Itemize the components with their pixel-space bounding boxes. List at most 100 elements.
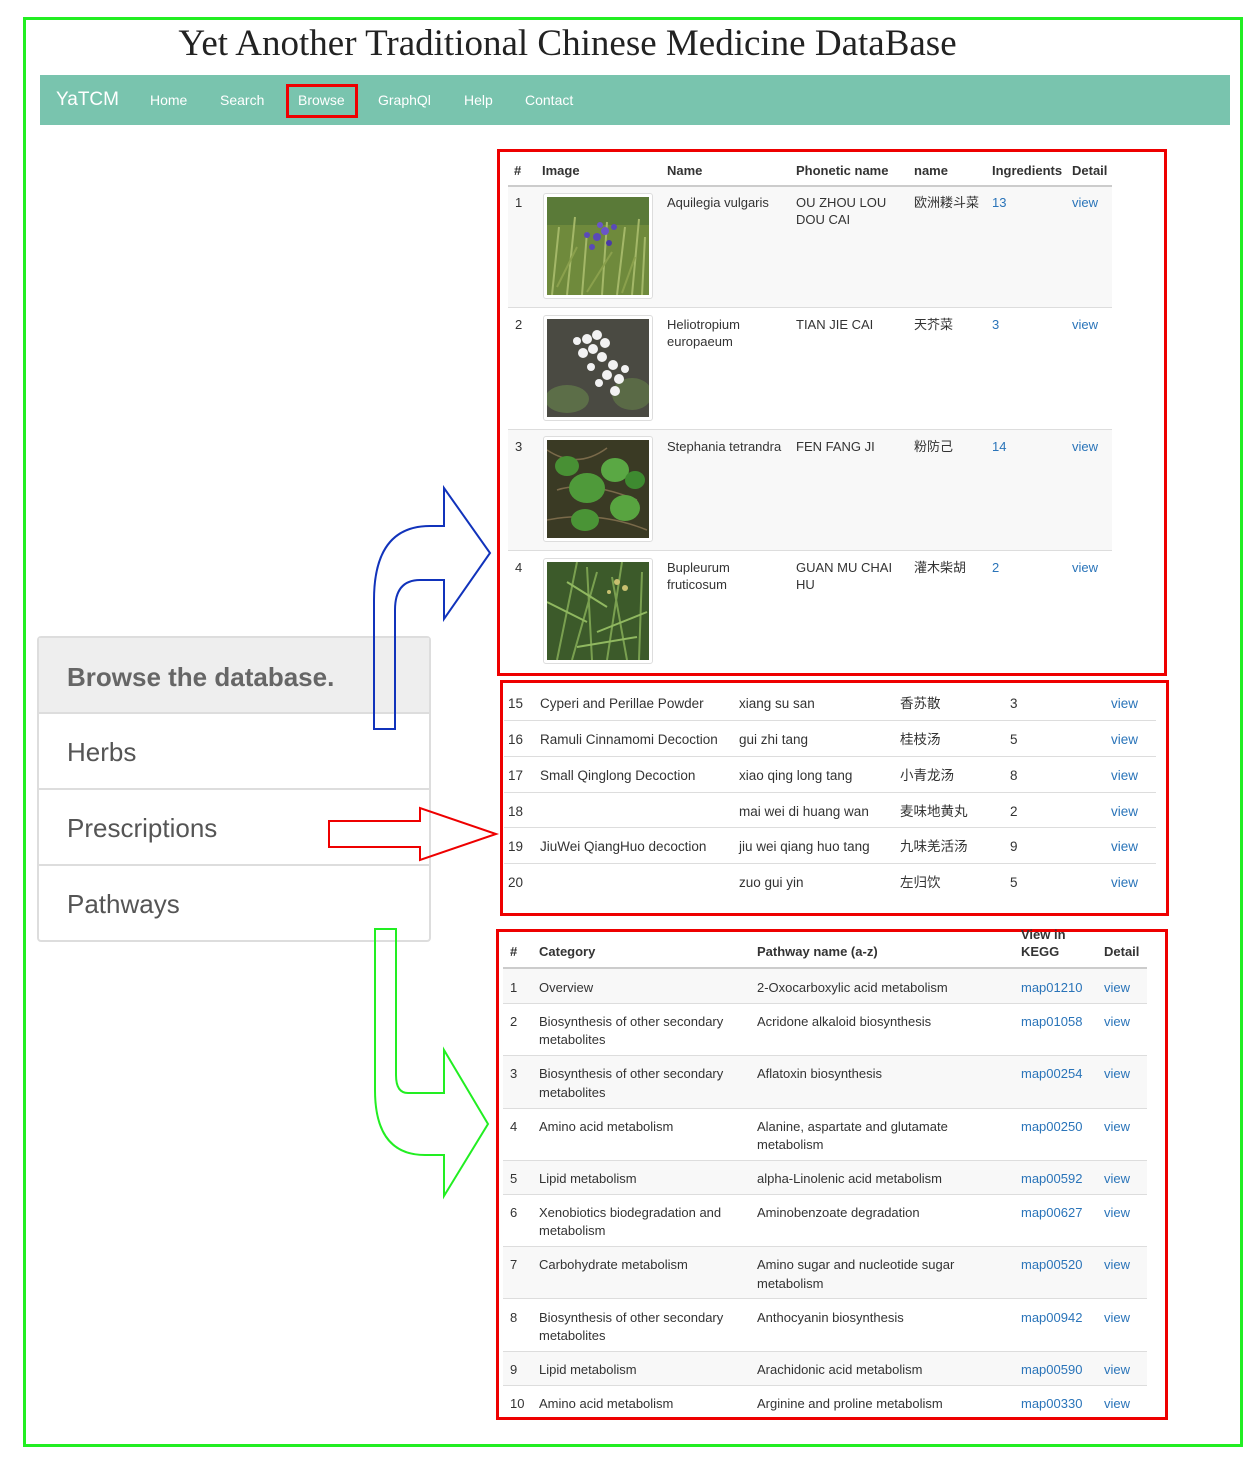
rx-cn-name: 左归饮 bbox=[900, 875, 941, 890]
pathway-row-num: 10 bbox=[510, 1396, 525, 1411]
rx-view-link[interactable]: view bbox=[1111, 803, 1138, 820]
herb-photo-icon bbox=[547, 562, 649, 660]
herb-phonetic-line2: DOU CAI bbox=[796, 212, 851, 227]
rx-view-link[interactable]: view bbox=[1111, 874, 1138, 891]
rx-name: Ramuli Cinnamomi Decoction bbox=[540, 732, 718, 747]
herbs-header-phonetic: Phonetic name bbox=[796, 163, 889, 178]
row-divider bbox=[504, 756, 1156, 757]
herb-name-line2: europaeum bbox=[667, 334, 733, 349]
pathway-name-line1: Alanine, aspartate and glutamate bbox=[757, 1119, 948, 1134]
rx-row-num: 16 bbox=[508, 732, 524, 747]
rx-view-link[interactable]: view bbox=[1111, 838, 1138, 855]
pathway-view-link[interactable]: view bbox=[1104, 1204, 1130, 1221]
prescriptions-table-box bbox=[500, 680, 1169, 916]
row-divider bbox=[503, 1108, 1147, 1109]
browse-panel: Browse the database. Herbs Prescriptions… bbox=[37, 636, 431, 942]
rx-count: 5 bbox=[1010, 732, 1018, 747]
herbs-header-ingredients: Ingredients bbox=[992, 163, 1063, 178]
browse-highlight-box bbox=[286, 84, 358, 118]
nav-graphql[interactable]: GraphQl bbox=[378, 92, 431, 108]
pathway-kegg-link[interactable]: map01058 bbox=[1021, 1013, 1082, 1030]
herb-photo-icon bbox=[547, 197, 649, 295]
pathway-kegg-link[interactable]: map00250 bbox=[1021, 1118, 1082, 1135]
herb-name: Aquilegia vulgaris bbox=[667, 195, 769, 210]
herb-image-stephania[interactable] bbox=[543, 436, 653, 542]
herbs-header-cn-name: name bbox=[914, 163, 948, 178]
pathways-header-kegg-line2: KEGG bbox=[1021, 944, 1060, 959]
pathway-view-link[interactable]: view bbox=[1104, 1361, 1130, 1378]
pathway-name-line2: metabolism bbox=[757, 1276, 824, 1291]
nav-help[interactable]: Help bbox=[464, 92, 493, 108]
browse-item-herbs[interactable]: Herbs bbox=[39, 714, 429, 790]
herb-image-heliotropium[interactable] bbox=[543, 315, 653, 421]
pathway-view-link[interactable]: view bbox=[1104, 1256, 1130, 1273]
pathway-row-num: 6 bbox=[510, 1205, 518, 1220]
rx-row-num: 19 bbox=[508, 839, 524, 854]
pathway-kegg-link[interactable]: map01210 bbox=[1021, 979, 1082, 996]
rx-name: JiuWei QiangHuo decoction bbox=[540, 839, 707, 854]
herb-ingredients-link[interactable]: 2 bbox=[992, 559, 999, 576]
rx-row-num: 17 bbox=[508, 768, 524, 783]
pathway-view-link[interactable]: view bbox=[1104, 1170, 1130, 1187]
pathway-category: Amino acid metabolism bbox=[539, 1119, 674, 1134]
row-divider bbox=[504, 720, 1156, 721]
pathway-row-num: 5 bbox=[510, 1171, 518, 1186]
row-divider bbox=[504, 827, 1156, 828]
pathway-row-num: 9 bbox=[510, 1362, 518, 1377]
page-title: Yet Another Traditional Chinese Medicine… bbox=[178, 23, 957, 64]
pathway-kegg-link[interactable]: map00330 bbox=[1021, 1395, 1082, 1412]
rx-pinyin: xiang su san bbox=[739, 696, 815, 711]
rx-cn-name: 香苏散 bbox=[900, 696, 941, 711]
rx-cn-name: 九味羌活汤 bbox=[900, 839, 968, 854]
pathway-kegg-link[interactable]: map00254 bbox=[1021, 1065, 1082, 1082]
pathway-row-num: 1 bbox=[510, 980, 518, 995]
herb-cn-name: 灌木柴胡 bbox=[914, 560, 967, 575]
herb-ingredients-link[interactable]: 3 bbox=[992, 316, 999, 333]
nav-search[interactable]: Search bbox=[220, 92, 264, 108]
rx-pinyin: xiao qing long tang bbox=[739, 768, 853, 783]
herb-image-aquilegia[interactable] bbox=[543, 193, 653, 299]
herb-ingredients-link[interactable]: 14 bbox=[992, 438, 1006, 455]
rx-view-link[interactable]: view bbox=[1111, 695, 1138, 712]
herb-view-link[interactable]: view bbox=[1072, 438, 1098, 455]
herb-name-line1: Bupleurum bbox=[667, 560, 730, 575]
rx-view-link[interactable]: view bbox=[1111, 767, 1138, 784]
pathway-view-link[interactable]: view bbox=[1104, 1013, 1130, 1030]
nav-brand[interactable]: YaTCM bbox=[56, 89, 119, 111]
pathway-category-line2: metabolites bbox=[539, 1085, 606, 1100]
nav-home[interactable]: Home bbox=[150, 92, 187, 108]
herb-cn-name: 欧洲耧斗菜 bbox=[914, 195, 980, 210]
nav-contact[interactable]: Contact bbox=[525, 92, 573, 108]
herb-cn-name: 天芥菜 bbox=[914, 317, 954, 332]
herb-phonetic: FEN FANG JI bbox=[796, 439, 875, 454]
herb-view-link[interactable]: view bbox=[1072, 559, 1098, 576]
pathway-kegg-link[interactable]: map00942 bbox=[1021, 1309, 1082, 1326]
pathways-header-detail: Detail bbox=[1104, 944, 1140, 959]
rx-pinyin: zuo gui yin bbox=[739, 875, 804, 890]
pathway-view-link[interactable]: view bbox=[1104, 1118, 1130, 1135]
pathway-view-link[interactable]: view bbox=[1104, 1395, 1130, 1412]
pathway-view-link[interactable]: view bbox=[1104, 979, 1130, 996]
row-divider bbox=[504, 792, 1156, 793]
herb-view-link[interactable]: view bbox=[1072, 194, 1098, 211]
herb-name-line2: fruticosum bbox=[667, 577, 727, 592]
herb-ingredients-link[interactable]: 13 bbox=[992, 194, 1006, 211]
pathway-view-link[interactable]: view bbox=[1104, 1065, 1130, 1082]
browse-item-prescriptions[interactable]: Prescriptions bbox=[39, 790, 429, 866]
pathway-kegg-link[interactable]: map00627 bbox=[1021, 1204, 1082, 1221]
herbs-row-num: 4 bbox=[515, 560, 523, 575]
pathways-header-kegg-line1: View in bbox=[1021, 927, 1066, 942]
rx-view-link[interactable]: view bbox=[1111, 731, 1138, 748]
herb-view-link[interactable]: view bbox=[1072, 316, 1098, 333]
pathway-kegg-link[interactable]: map00520 bbox=[1021, 1256, 1082, 1273]
pathway-kegg-link[interactable]: map00590 bbox=[1021, 1361, 1082, 1378]
pathway-view-link[interactable]: view bbox=[1104, 1309, 1130, 1326]
row-divider bbox=[508, 550, 1112, 551]
rx-count: 3 bbox=[1010, 696, 1018, 711]
herb-photo-icon bbox=[547, 440, 649, 538]
herb-image-bupleurum[interactable] bbox=[543, 558, 653, 664]
browse-item-pathways[interactable]: Pathways bbox=[39, 866, 429, 942]
pathway-kegg-link[interactable]: map00592 bbox=[1021, 1170, 1082, 1187]
herb-name-line1: Heliotropium bbox=[667, 317, 740, 332]
herb-phonetic-line1: GUAN MU CHAI bbox=[796, 560, 893, 575]
